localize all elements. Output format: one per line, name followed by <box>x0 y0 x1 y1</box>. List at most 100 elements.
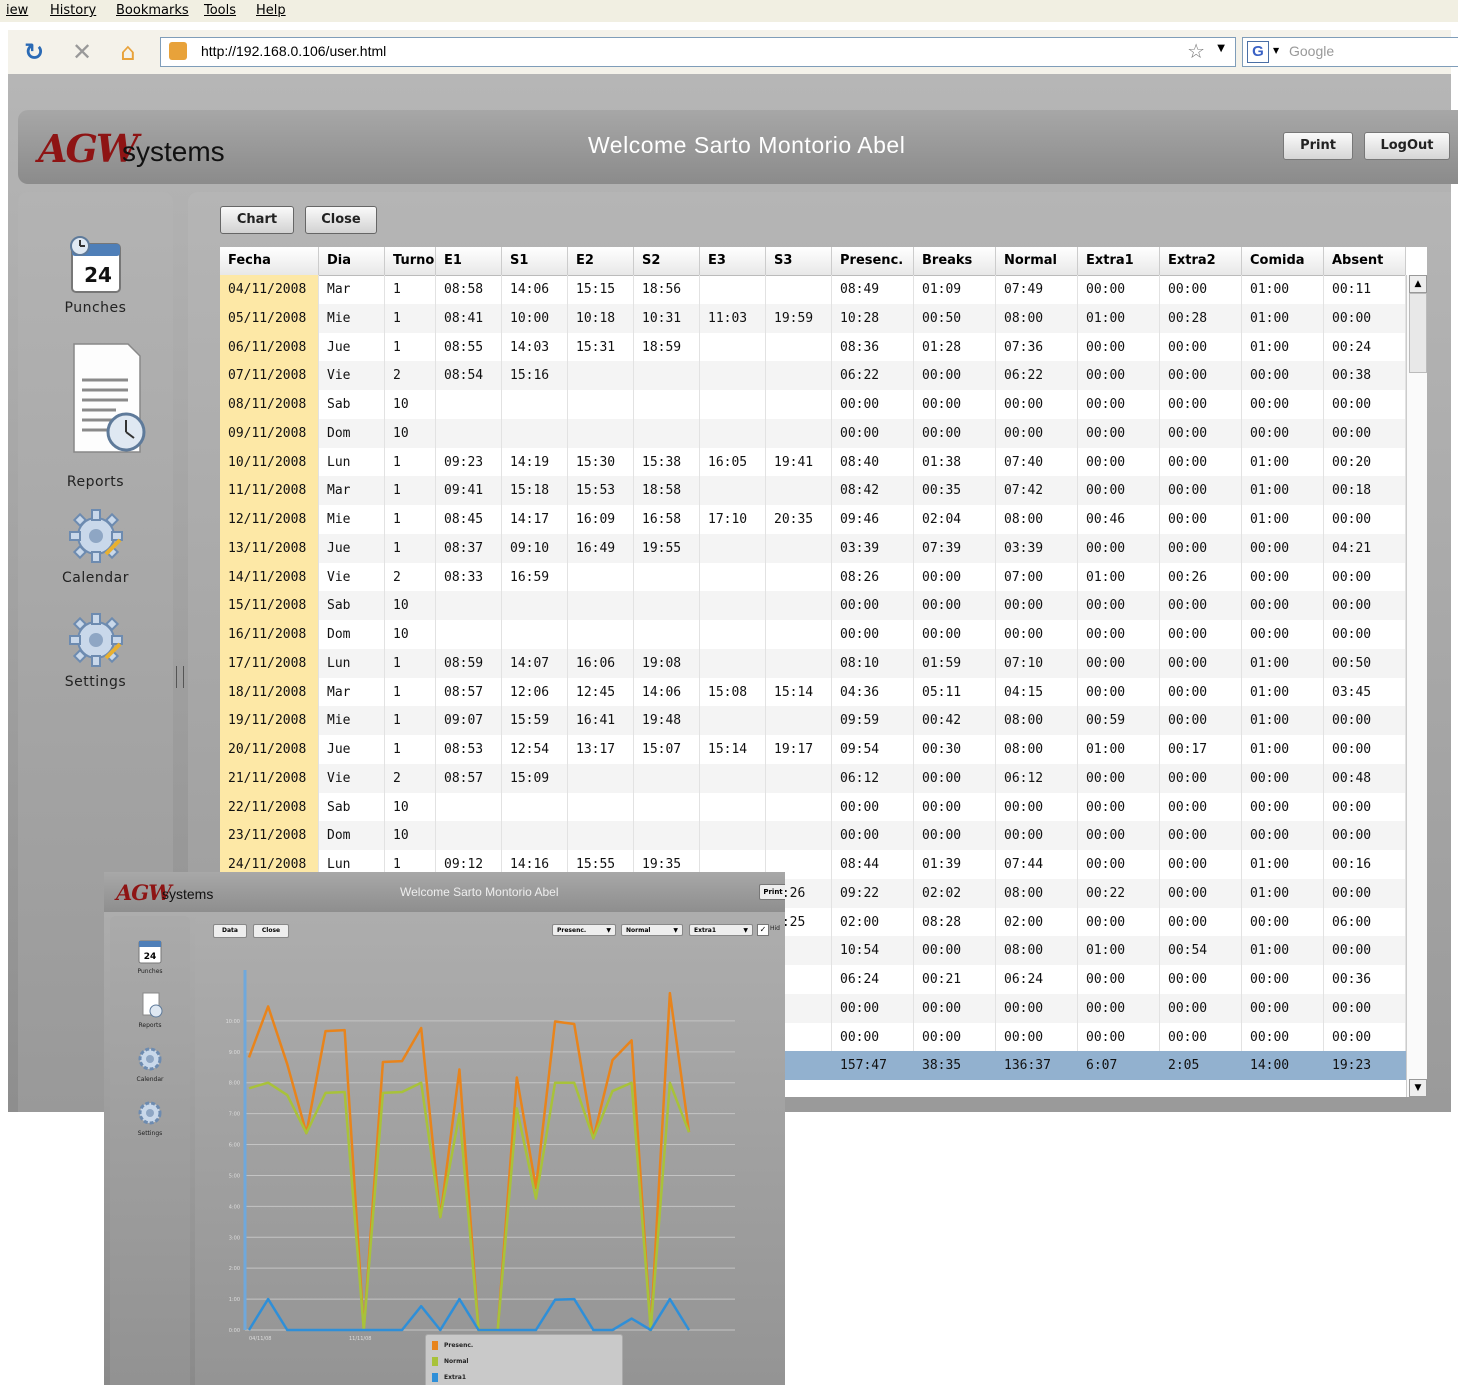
print-button[interactable]: Print <box>1283 132 1353 160</box>
table-row[interactable]: 07/11/2008 Vie 2 08:54 15:16 06:22 00:00 06:22 0… <box>220 361 1406 391</box>
chart-window-sidebar: 24 Punches Reports Calendar Settings <box>110 916 190 1385</box>
column-header[interactable]: Absent <box>1324 247 1406 275</box>
table-cell: 15:31 <box>568 332 634 362</box>
scroll-down-icon[interactable]: ▼ <box>1409 1079 1427 1097</box>
menu-bookmarks[interactable]: Bookmarks <box>116 3 189 18</box>
series-select-3[interactable]: Extra1 ▼ <box>689 924 753 936</box>
table-cell: 16:41 <box>568 706 634 736</box>
scroll-up-icon[interactable]: ▲ <box>1409 275 1427 293</box>
table-cell: 10 <box>385 620 436 649</box>
table-row[interactable]: 17/11/2008 Lun 1 08:59 14:07 16:06 19:08 08:10 0… <box>220 648 1406 678</box>
table-row[interactable]: 13/11/2008 Jue 1 08:37 09:10 16:49 19:55 03:39 0… <box>220 533 1406 563</box>
table-cell: 00:00 <box>996 418 1078 448</box>
sidebar-item-calendar[interactable]: Calendar <box>18 506 173 586</box>
bookmark-star-icon[interactable]: ☆ <box>1187 39 1205 63</box>
table-row[interactable]: 08/11/2008 Sab 10 00:00 00:00 00:00 00:00 00:00… <box>220 390 1406 419</box>
search-engine-dropdown-icon[interactable]: ▼ <box>1273 46 1279 55</box>
series-select-1[interactable]: Presenc. ▼ <box>552 924 616 936</box>
menu-history[interactable]: History <box>50 3 96 18</box>
chart-window-sidebar-reports[interactable]: Reports <box>110 990 190 1029</box>
column-header[interactable]: E3 <box>700 247 766 275</box>
table-cell <box>436 591 502 621</box>
url-bar[interactable]: http://192.168.0.106/user.html ☆ ▼ <box>160 37 1236 67</box>
scroll-thumb[interactable] <box>1409 293 1427 373</box>
google-icon[interactable]: G <box>1247 41 1269 63</box>
hide-checkbox[interactable]: ✓ <box>757 924 769 936</box>
chart-button[interactable]: Chart <box>220 206 294 234</box>
column-header[interactable]: Dia <box>319 247 385 275</box>
table-row[interactable]: 15/11/2008 Sab 10 00:00 00:00 00:00 00:00 00:00… <box>220 591 1406 621</box>
chart-window-sidebar-calendar[interactable]: Calendar <box>110 1044 190 1083</box>
table-row[interactable]: 12/11/2008 Mie 1 08:45 14:17 16:09 16:58 17:10 2… <box>220 505 1406 534</box>
sidebar-item-punches[interactable]: 24 Punches <box>18 236 173 316</box>
url-dropdown-icon[interactable]: ▼ <box>1217 43 1225 54</box>
series-select-2[interactable]: Normal ▼ <box>621 924 683 936</box>
table-row[interactable]: 19/11/2008 Mie 1 09:07 15:59 16:41 19:48 09:59 0… <box>220 706 1406 736</box>
column-header[interactable]: Turno <box>385 247 436 275</box>
table-cell: 2 <box>385 361 436 391</box>
table-row[interactable]: 20/11/2008 Jue 1 08:53 12:54 13:17 15:07 15:14 1… <box>220 735 1406 764</box>
data-button[interactable]: Data <box>213 924 247 938</box>
table-cell: 00:16 <box>1324 850 1406 879</box>
table-cell: 00:00 <box>1324 562 1406 592</box>
reload-icon[interactable]: ↻ <box>20 38 48 66</box>
table-row[interactable]: 06/11/2008 Jue 1 08:55 14:03 15:31 18:59 08:36 0… <box>220 332 1406 362</box>
column-header[interactable]: S2 <box>634 247 700 275</box>
column-header[interactable]: E2 <box>568 247 634 275</box>
table-row[interactable]: 21/11/2008 Vie 2 08:57 15:09 06:12 00:00 06:12 0… <box>220 763 1406 793</box>
column-header[interactable]: S1 <box>502 247 568 275</box>
sidebar-item-settings[interactable]: Settings <box>18 610 173 690</box>
table-cell: 01:00 <box>1242 303 1324 333</box>
column-header[interactable]: Presenc. <box>832 247 914 275</box>
table-cell: 01:00 <box>1242 936 1324 966</box>
column-header[interactable]: Breaks <box>914 247 996 275</box>
table-row[interactable]: 04/11/2008 Mar 1 08:58 14:06 15:15 18:56 08:49 0… <box>220 275 1406 304</box>
home-icon[interactable]: ⌂ <box>114 38 142 66</box>
menu-view[interactable]: iew <box>6 3 28 18</box>
table-cell: 15:14 <box>766 677 832 707</box>
table-cell: 08:58 <box>436 275 502 304</box>
stop-icon[interactable]: ✕ <box>68 38 96 66</box>
table-scrollbar[interactable]: ▲ ▼ <box>1406 275 1427 1097</box>
totals-cell: 14:00 <box>1250 1058 1290 1074</box>
table-cell: 04:15 <box>996 677 1078 707</box>
table-cell: 15:59 <box>502 706 568 736</box>
table-row[interactable]: 22/11/2008 Sab 10 00:00 00:00 00:00 00:00 00:00… <box>220 792 1406 822</box>
table-row[interactable]: 18/11/2008 Mar 1 08:57 12:06 12:45 14:06 15:08 1… <box>220 677 1406 707</box>
table-row[interactable]: 09/11/2008 Dom 10 00:00 00:00 00:00 00:00 00:00… <box>220 418 1406 448</box>
table-cell: 00:00 <box>1160 993 1242 1023</box>
table-row[interactable]: 14/11/2008 Vie 2 08:33 16:59 08:26 00:00 07:00 0… <box>220 562 1406 592</box>
table-cell: Dom <box>319 620 385 649</box>
table-row[interactable]: 11/11/2008 Mar 1 09:41 15:18 15:53 18:58 08:42 0… <box>220 476 1406 506</box>
column-header[interactable]: S3 <box>766 247 832 275</box>
sidebar-splitter[interactable] <box>176 666 184 688</box>
column-header[interactable]: Comida <box>1242 247 1324 275</box>
column-header[interactable]: Extra1 <box>1078 247 1160 275</box>
chart-window-print-button[interactable]: Print <box>759 884 785 900</box>
chart-window-sidebar-punches[interactable]: 24 Punches <box>110 936 190 975</box>
column-header[interactable]: Extra2 <box>1160 247 1242 275</box>
menu-help[interactable]: Help <box>256 3 286 18</box>
logout-button[interactable]: LogOut <box>1364 132 1450 160</box>
gear-icon <box>68 509 123 563</box>
table-cell: 01:00 <box>1242 505 1324 534</box>
table-row[interactable]: 16/11/2008 Dom 10 00:00 00:00 00:00 00:00 00:00… <box>220 620 1406 649</box>
column-header[interactable]: Fecha <box>220 247 319 275</box>
table-cell <box>700 706 766 736</box>
menu-tools[interactable]: Tools <box>204 3 236 18</box>
table-row[interactable]: 10/11/2008 Lun 1 09:23 14:19 15:30 15:38 16:05 1… <box>220 447 1406 477</box>
close-button[interactable]: Close <box>305 206 377 234</box>
table-cell: 09:59 <box>832 706 914 736</box>
legend-label: Extra1 <box>444 1374 467 1381</box>
search-box[interactable]: G ▼ Google <box>1242 37 1458 67</box>
table-cell: 00:00 <box>996 1022 1078 1052</box>
column-header[interactable]: E1 <box>436 247 502 275</box>
chart-window-sidebar-settings[interactable]: Settings <box>110 1098 190 1137</box>
table-cell: 11/11/2008 <box>220 476 319 506</box>
table-row[interactable]: 23/11/2008 Dom 10 00:00 00:00 00:00 00:00 00:00… <box>220 821 1406 851</box>
sidebar-item-reports[interactable]: Reports <box>18 340 173 490</box>
chart-close-button[interactable]: Close <box>253 924 289 938</box>
table-row[interactable]: 05/11/2008 Mie 1 08:41 10:00 10:18 10:31 11:03 1… <box>220 303 1406 333</box>
column-header[interactable]: Normal <box>996 247 1078 275</box>
table-cell: 05:11 <box>914 677 996 707</box>
